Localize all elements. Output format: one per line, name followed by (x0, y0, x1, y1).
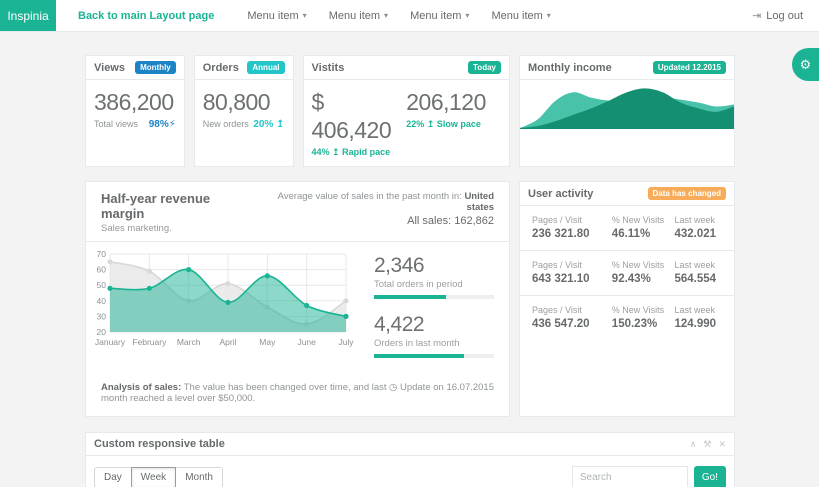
orders-value: 80,800 (203, 88, 285, 116)
visits-badge: Today (468, 61, 501, 74)
views-badge: Monthly (135, 61, 176, 74)
user-activity-title: User activity (528, 188, 593, 200)
nav-menu-item-2[interactable]: Menu item ▾ (318, 0, 399, 31)
orders-percent: 20% ↥ (253, 119, 284, 130)
revenue-area-chart: 20 30 40 50 60 70 January February March April May… (94, 250, 352, 347)
nav-menu-item-3[interactable]: Menu item ▾ (399, 0, 480, 31)
activity-row: Pages / Visit436 547.20 % New Visits150.… (520, 296, 734, 340)
caret-down-icon: ▾ (547, 11, 551, 20)
revenue-panel: Half-year revenue margin Sales marketing… (85, 181, 510, 417)
svg-text:April: April (219, 337, 236, 347)
views-percent: 98%⚡ (149, 119, 176, 130)
svg-text:February: February (132, 337, 167, 347)
top-navbar: Inspinia Back to main Layout page Menu i… (0, 0, 819, 32)
progress-bar (374, 354, 494, 358)
period-tabs: Day Week Month (94, 467, 223, 487)
monthly-income-card: Monthly income Updated 12.2015 (519, 55, 735, 167)
tab-month[interactable]: Month (175, 467, 223, 487)
user-activity-badge: Data has changed (648, 187, 726, 200)
all-sales-line: All sales: 162,862 (253, 215, 494, 227)
stat-orders-last-month: 4,422 Orders in last month (374, 313, 494, 358)
go-button[interactable]: Go! (694, 466, 726, 487)
sign-out-icon: ⇥ (752, 9, 761, 22)
visits-title: Vistits (312, 62, 345, 74)
orders-label: New orders (203, 119, 249, 129)
activity-row: Pages / Visit643 321.10 % New Visits92.4… (520, 251, 734, 296)
back-to-layout-link[interactable]: Back to main Layout page (78, 0, 214, 31)
orders-card: Orders Annual 80,800 New orders 20% ↥ (194, 55, 294, 167)
main-content: Views Monthly 386,200 Total views 98%⚡ O… (0, 32, 819, 487)
brand-logo[interactable]: Inspinia (0, 0, 56, 31)
svg-text:20: 20 (97, 327, 107, 337)
tab-day[interactable]: Day (94, 467, 132, 487)
svg-text:50: 50 (97, 280, 107, 290)
metrics-row: Views Monthly 386,200 Total views 98%⚡ O… (85, 55, 735, 167)
wrench-icon[interactable]: ⚒ (703, 439, 711, 450)
visits-card: Vistits Today $ 406,420 44% ↥ Rapid pace… (303, 55, 510, 167)
nav-menu-item-1[interactable]: Menu item ▾ (236, 0, 317, 31)
close-icon[interactable]: ✕ (718, 439, 726, 450)
visits-right-note: 22% ↥ Slow pace (406, 119, 501, 130)
views-label: Total views (94, 119, 138, 129)
revenue-title: Half-year revenue margin (101, 191, 253, 221)
monthly-income-chart (520, 80, 734, 129)
orders-badge: Annual (247, 61, 284, 74)
svg-text:70: 70 (97, 249, 107, 259)
svg-text:January: January (95, 337, 126, 347)
nav-menu-item-4[interactable]: Menu item ▾ (480, 0, 561, 31)
progress-bar (374, 295, 494, 299)
avg-sales-line: Average value of sales in the past month… (253, 191, 494, 213)
visits-right-value: 206,120 (406, 88, 501, 116)
orders-title: Orders (203, 62, 239, 74)
svg-text:40: 40 (97, 296, 107, 306)
collapse-icon[interactable]: ∧ (690, 439, 697, 450)
logout-button[interactable]: ⇥ Log out (752, 9, 803, 22)
update-note: ◷ Update on 16.07.2015 (389, 382, 494, 404)
views-title: Views (94, 62, 125, 74)
views-card: Views Monthly 386,200 Total views 98%⚡ (85, 55, 185, 167)
visits-left-note: 44% ↥ Rapid pace (312, 147, 407, 158)
search-input[interactable] (572, 466, 688, 487)
stat-total-orders: 2,346 Total orders in period (374, 254, 494, 299)
income-title: Monthly income (528, 62, 612, 74)
bolt-icon: ⚡ (169, 119, 176, 130)
clock-icon: ◷ (389, 382, 397, 393)
caret-down-icon: ▾ (303, 11, 307, 20)
visits-left-value: $ 406,420 (312, 88, 407, 144)
caret-down-icon: ▾ (384, 11, 388, 20)
svg-text:March: March (177, 337, 201, 347)
level-up-icon: ↥ (276, 119, 284, 130)
theme-settings-button[interactable]: ⚙ (792, 48, 819, 81)
nav-menu: Menu item ▾ Menu item ▾ Menu item ▾ Menu… (236, 0, 562, 31)
revenue-subtitle: Sales marketing. (101, 223, 253, 234)
caret-down-icon: ▾ (465, 11, 469, 20)
svg-text:30: 30 (97, 311, 107, 321)
svg-text:May: May (259, 337, 276, 347)
user-activity-panel: User activity Data has changed Pages / V… (519, 181, 735, 417)
svg-text:June: June (297, 337, 316, 347)
level-up-icon: ↥ (427, 119, 435, 129)
activity-row: Pages / Visit236 321.80 % New Visits46.1… (520, 206, 734, 251)
views-value: 386,200 (94, 88, 176, 116)
gears-icon: ⚙ (800, 58, 812, 71)
tab-week[interactable]: Week (131, 467, 176, 487)
level-up-icon: ↥ (332, 147, 340, 157)
analysis-note: Analysis of sales: The value has been ch… (101, 382, 389, 404)
table-panel-title: Custom responsive table (94, 438, 225, 450)
svg-text:July: July (338, 337, 354, 347)
svg-text:60: 60 (97, 265, 107, 275)
income-badge: Updated 12.2015 (653, 61, 726, 74)
responsive-table-panel: Custom responsive table ∧ ⚒ ✕ Day Week M… (85, 432, 735, 487)
